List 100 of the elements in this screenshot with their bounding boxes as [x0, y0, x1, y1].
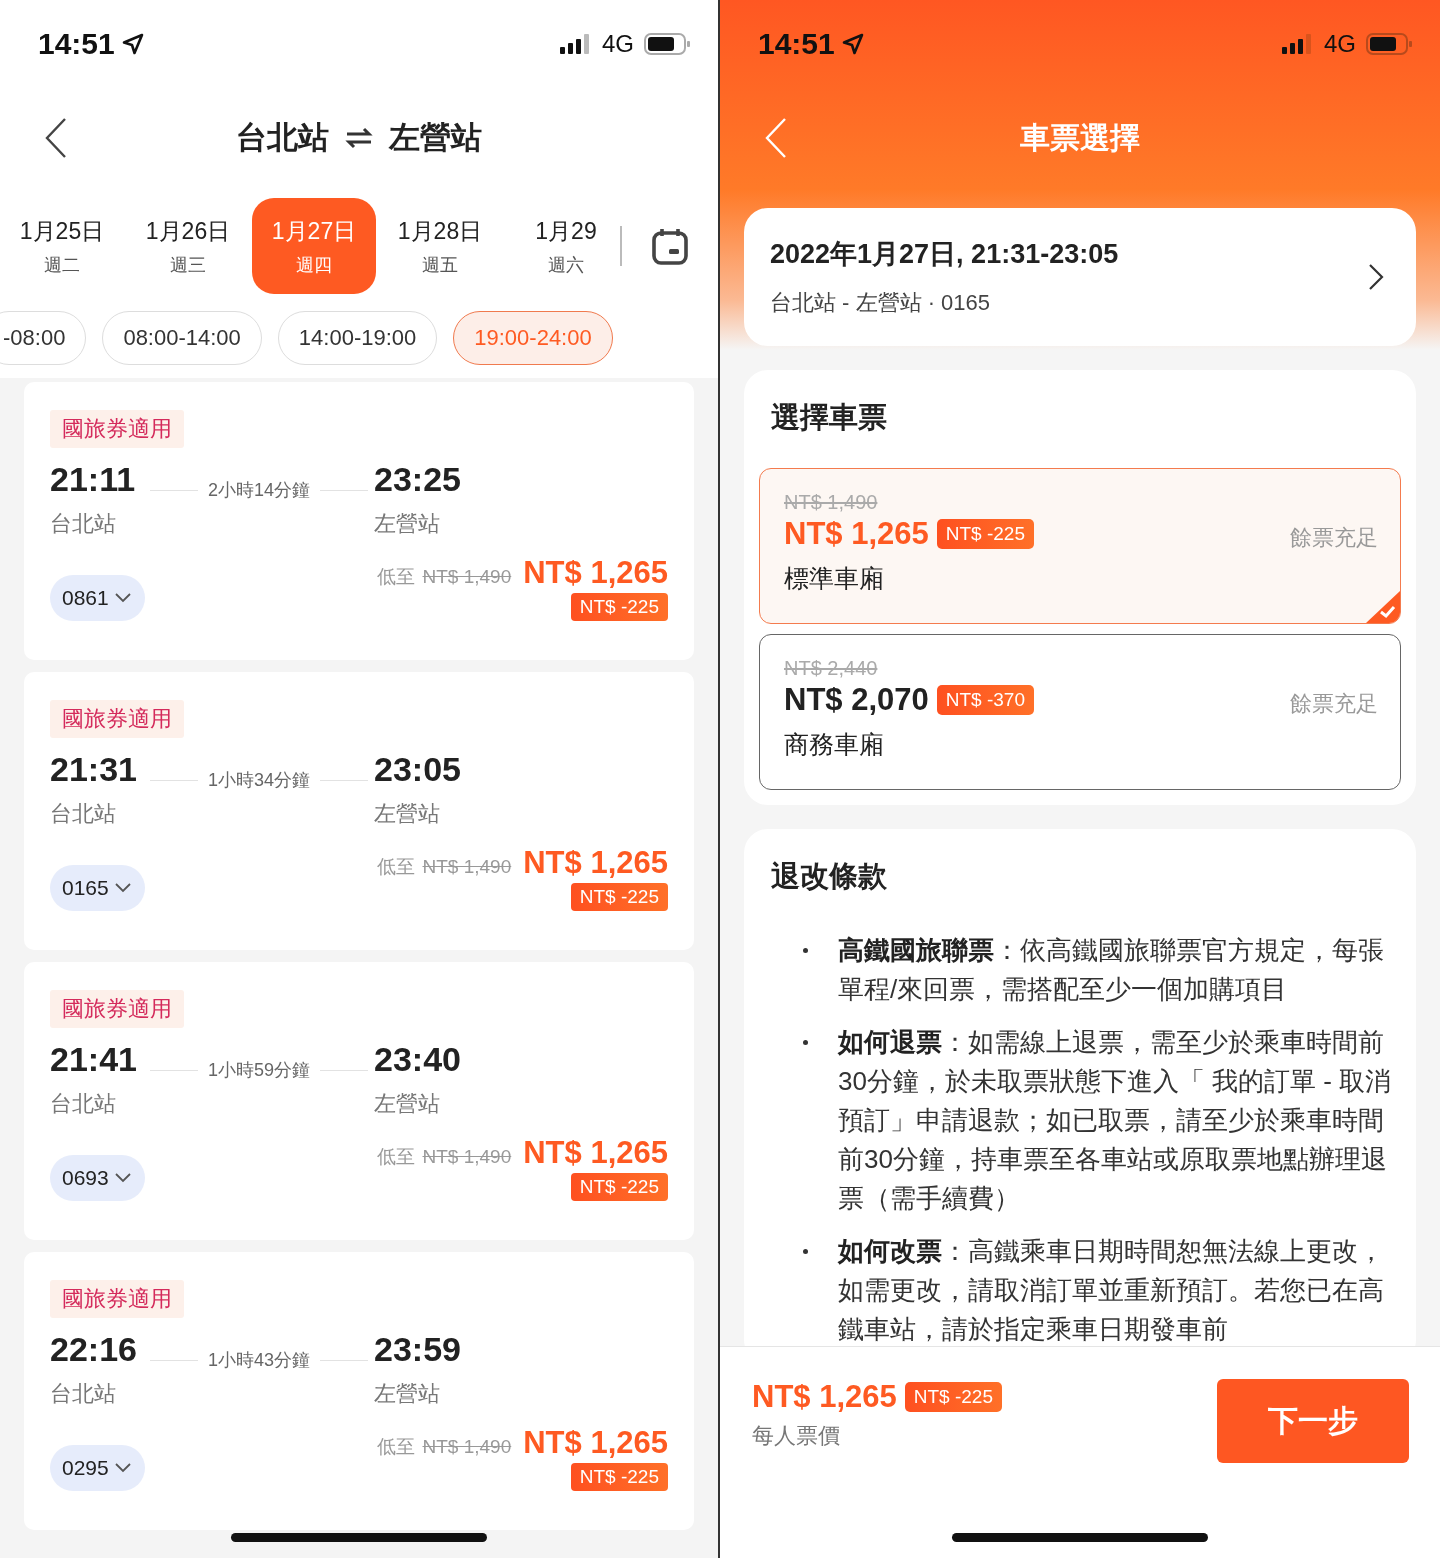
price: NT$ 1,265: [784, 516, 929, 552]
ticket-option[interactable]: NT$ 1,490 NT$ 1,265 NT$ -225 標準車廂 餘票充足: [759, 468, 1401, 624]
departure-time: 21:31: [50, 750, 138, 789]
arrival-station: 左營站: [374, 1090, 441, 1118]
chevron-right-icon: [1368, 263, 1384, 291]
duration: 2小時14分鐘: [208, 479, 311, 502]
discount-badge: NT$ -225: [570, 1173, 668, 1201]
date-tab[interactable]: 1月26日 週三: [126, 198, 250, 294]
time-filter-chip[interactable]: 08:00-14:00: [102, 311, 262, 365]
back-icon[interactable]: [44, 117, 68, 159]
original-price: NT$ 1,490: [422, 856, 512, 878]
price: NT$ 2,070: [784, 682, 929, 718]
chevron-down-icon: [114, 1463, 131, 1473]
train-number-button[interactable]: 0295: [50, 1445, 145, 1491]
price-prefix: 低至: [376, 565, 415, 589]
page-title: 車票選擇: [1020, 119, 1140, 156]
train-number-button[interactable]: 0165: [50, 865, 145, 911]
battery-icon: [1366, 33, 1412, 55]
time-filter-chip[interactable]: -08:00: [0, 311, 87, 365]
price: NT$ 1,265: [523, 555, 668, 591]
duration: 1小時43分鐘: [208, 1349, 311, 1372]
origin-station: 台北站: [236, 119, 329, 157]
discount-badge: NT$ -370: [936, 685, 1034, 715]
price-prefix: 低至: [376, 1145, 415, 1169]
bullet-icon: [803, 948, 808, 953]
voucher-tag: 國旅券適用: [50, 410, 184, 448]
departure-station: 台北站: [50, 1380, 117, 1408]
signal-icon: [1282, 34, 1314, 54]
departure-time: 21:41: [50, 1040, 138, 1079]
date-tab[interactable]: 1月29 週六: [504, 198, 600, 294]
signal-icon: [560, 34, 592, 54]
total-price: NT$ 1,265: [752, 1379, 897, 1415]
status-time: 14:51: [758, 27, 835, 61]
network-label: 4G: [602, 30, 634, 58]
voucher-tag: 國旅券適用: [50, 1280, 184, 1318]
trip-summary-card[interactable]: 2022年1月27日, 21:31-23:05 台北站 - 左營站 · 0165: [744, 208, 1416, 346]
bullet-icon: [803, 1040, 808, 1045]
date-tab[interactable]: 1月25日 週二: [0, 198, 124, 294]
departure-station: 台北站: [50, 800, 117, 828]
original-price: NT$ 1,490: [422, 1436, 512, 1458]
price: NT$ 1,265: [523, 1425, 668, 1461]
swap-icon[interactable]: [345, 127, 373, 149]
duration: 1小時34分鐘: [208, 769, 311, 792]
seat-class: 標準車廂: [784, 563, 885, 594]
destination-station: 左營站: [389, 119, 482, 157]
train-card[interactable]: 國旅券適用 22:16 台北站 1小時43分鐘 23:59 左營站 0295 低至 NT$ 1,490 NT$ 1,265 NT$ -225: [24, 1252, 694, 1530]
chevron-down-icon: [114, 1173, 131, 1183]
price: NT$ 1,265: [523, 845, 668, 881]
section-heading: 退改條款: [770, 859, 888, 894]
arrival-time: 23:25: [374, 460, 461, 499]
discount-badge: NT$ -225: [570, 883, 668, 911]
arrival-station: 左營站: [374, 510, 441, 538]
ticket-option[interactable]: NT$ 2,440 NT$ 2,070 NT$ -370 商務車廂 餘票充足: [759, 634, 1401, 790]
arrival-time: 23:40: [374, 1040, 461, 1079]
price: NT$ 1,265: [523, 1135, 668, 1171]
train-number-button[interactable]: 0861: [50, 575, 145, 621]
calendar-icon[interactable]: [652, 227, 688, 265]
availability: 餘票充足: [1290, 690, 1378, 718]
price-prefix: 低至: [376, 1435, 415, 1459]
discount-badge: NT$ -225: [904, 1382, 1002, 1412]
seat-class: 商務車廂: [784, 729, 885, 760]
location-arrow-icon: [120, 32, 145, 56]
price-prefix: 低至: [376, 855, 415, 879]
policy-text: 高鐵國旅聯票：依高鐵國旅聯票官方規定，每張單程/來回票，需搭配至少一個加購項目: [838, 934, 1385, 1006]
section-heading: 選擇車票: [770, 400, 888, 435]
original-price: NT$ 1,490: [422, 566, 512, 588]
discount-badge: NT$ -225: [570, 593, 668, 621]
network-label: 4G: [1324, 30, 1356, 58]
arrival-time: 23:05: [374, 750, 461, 789]
time-filter-chip[interactable]: 14:00-19:00: [277, 311, 438, 365]
discount-badge: NT$ -225: [570, 1463, 668, 1491]
discount-badge: NT$ -225: [936, 519, 1034, 549]
departure-time: 21:11: [50, 460, 137, 499]
original-price: NT$ 2,440: [784, 657, 878, 680]
arrival-station: 左營站: [374, 1380, 441, 1408]
selected-check-icon: [1366, 591, 1400, 623]
arrival-time: 23:59: [374, 1330, 461, 1369]
train-card[interactable]: 國旅券適用 21:11 台北站 2小時14分鐘 23:25 左營站 0861 低至 NT$ 1,490 NT$ 1,265 NT$ -225: [24, 382, 694, 660]
location-arrow-icon: [840, 32, 865, 56]
bullet-icon: [803, 1249, 808, 1254]
availability: 餘票充足: [1290, 524, 1378, 552]
date-tab[interactable]: 1月28日 週五: [378, 198, 502, 294]
policy-text: 如何退票：如需線上退票，需至少於乘車時間前30分鐘，於未取票狀態下進入「 我的訂單 - 取消預訂」申請退款；如已取票，請至少於乘車時間前30分鐘，持車票至各車站或原取票地點辦理退票（需手續費）: [838, 1026, 1393, 1215]
original-price: NT$ 1,490: [784, 491, 878, 514]
duration: 1小時59分鐘: [208, 1059, 311, 1082]
trip-datetime: 2022年1月27日, 21:31-23:05: [770, 238, 1119, 271]
train-number-button[interactable]: 0693: [50, 1155, 145, 1201]
voucher-tag: 國旅券適用: [50, 700, 184, 738]
original-price: NT$ 1,490: [422, 1146, 512, 1168]
trip-route: 台北站 - 左營站 · 0165: [770, 289, 992, 317]
departure-station: 台北站: [50, 1090, 117, 1118]
train-card[interactable]: 國旅券適用 21:31 台北站 1小時34分鐘 23:05 左營站 0165 低至 NT$ 1,490 NT$ 1,265 NT$ -225: [24, 672, 694, 950]
departure-station: 台北站: [50, 510, 117, 538]
train-card[interactable]: 國旅券適用 21:41 台北站 1小時59分鐘 23:40 左營站 0693 低至 NT$ 1,490 NT$ 1,265 NT$ -225: [24, 962, 694, 1240]
chevron-down-icon: [114, 883, 131, 893]
policy-text: 如何改票：高鐵乘車日期時間恕無法線上更改，如需更改，請取消訂單並重新預訂。若您已在高鐵車站，請於指定乘車日期發車前: [838, 1235, 1385, 1346]
voucher-tag: 國旅券適用: [50, 990, 184, 1028]
status-time: 14:51: [38, 27, 115, 61]
chevron-down-icon: [114, 593, 131, 603]
arrival-station: 左營站: [374, 800, 441, 828]
